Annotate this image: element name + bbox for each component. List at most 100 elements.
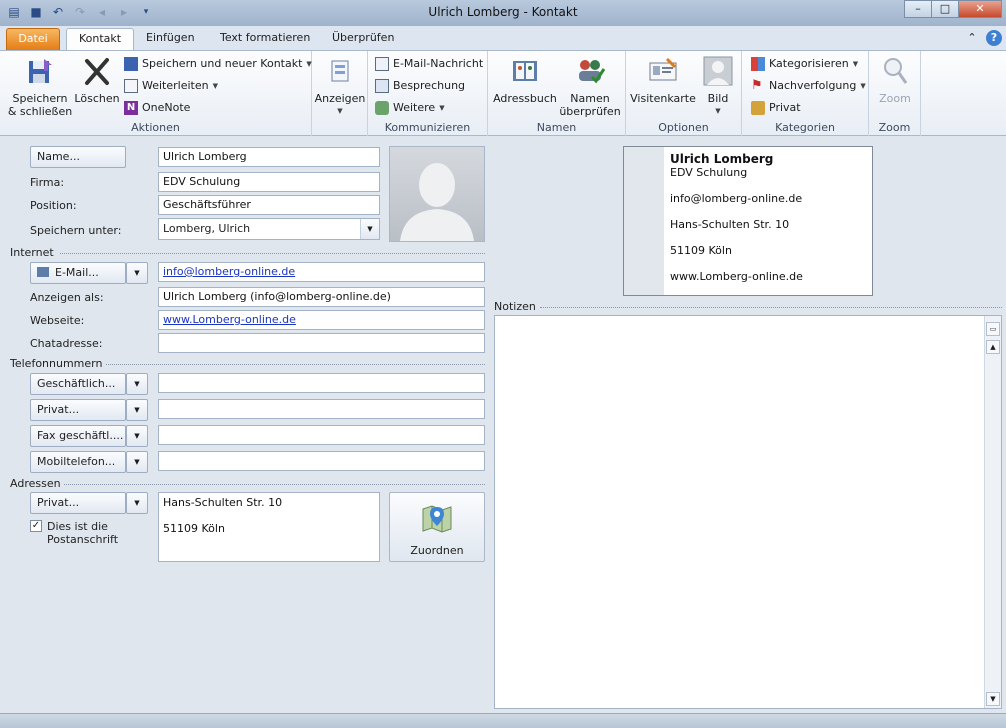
more-icon	[375, 101, 389, 115]
group-categories: Kategorisieren ▼ ⚑ Nachverfolgung ▼ Privat…	[742, 51, 869, 136]
group-zoom: Zoom Zoom	[869, 51, 921, 136]
maximize-button[interactable]: □	[931, 0, 959, 18]
address-type-button[interactable]: Privat...	[30, 492, 126, 514]
meeting-icon	[375, 79, 389, 93]
mobile-phone-button[interactable]: Mobiltelefon...	[30, 451, 126, 473]
zoom-button[interactable]: Zoom	[871, 55, 919, 105]
flag-icon: ⚑	[751, 78, 763, 93]
ruler-toggle-icon[interactable]: ▭	[986, 322, 1000, 336]
categorize-icon	[751, 57, 765, 71]
company-label: Firma:	[30, 176, 65, 189]
save-new-icon	[124, 57, 138, 71]
address-type-dropdown[interactable]: ▼	[126, 492, 148, 514]
scroll-down-icon[interactable]: ▼	[986, 692, 1000, 706]
tab-review[interactable]: Überprüfen	[320, 28, 406, 50]
save-close-button[interactable]: Speichern & schließen	[6, 55, 74, 118]
contact-photo[interactable]	[389, 146, 485, 242]
home-phone-field[interactable]	[158, 399, 485, 419]
chevron-down-icon[interactable]: ▼	[360, 219, 379, 239]
file-as-label: Speichern unter:	[30, 224, 122, 237]
minimize-button[interactable]: –	[904, 0, 932, 18]
business-phone-field[interactable]	[158, 373, 485, 393]
email-button[interactable]: E-Mail...	[30, 262, 126, 284]
business-fax-field[interactable]	[158, 425, 485, 445]
email-field[interactable]: info@lomberg-online.de	[158, 262, 485, 282]
business-phone-dropdown[interactable]: ▼	[126, 373, 148, 395]
status-bar	[0, 713, 1006, 728]
card-city: 51109 Köln	[670, 244, 732, 257]
picture-icon	[703, 56, 733, 86]
im-address-label: Chatadresse:	[30, 337, 103, 350]
group-label-zoom: Zoom	[878, 121, 911, 134]
tab-insert[interactable]: Einfügen	[134, 28, 207, 50]
home-phone-button[interactable]: Privat...	[30, 399, 126, 421]
webpage-label: Webseite:	[30, 314, 85, 327]
phone-section: Telefonnummern	[10, 357, 485, 370]
save-new-button[interactable]: Speichern und neuer Kontakt ▼	[124, 55, 312, 73]
collapse-ribbon-icon[interactable]: ⌃	[964, 30, 980, 46]
group-names: Adressbuch Namen überprüfen Namen	[488, 51, 626, 136]
picture-button[interactable]: Bild ▼	[698, 55, 738, 118]
display-as-label: Anzeigen als:	[30, 291, 104, 304]
name-button[interactable]: Name...	[30, 146, 126, 168]
forward-button[interactable]: Weiterleiten ▼	[124, 77, 218, 95]
business-card-preview[interactable]: Ulrich Lomberg EDV Schulung info@lomberg…	[623, 146, 873, 296]
show-button[interactable]: Anzeigen ▼	[314, 55, 366, 118]
full-name-field[interactable]: Ulrich Lomberg	[158, 147, 380, 167]
ribbon-tabs: Datei Kontakt Einfügen Text formatieren …	[0, 26, 1006, 50]
business-card-button[interactable]: Visitenkarte	[630, 55, 696, 105]
notes-scrollbar[interactable]: ▭ ▲ ▼	[984, 316, 1001, 708]
address-book-small-icon	[37, 267, 49, 277]
person-silhouette-icon	[400, 163, 474, 241]
position-label: Position:	[30, 199, 77, 212]
notes-field[interactable]: ▭ ▲ ▼	[494, 315, 1002, 709]
private-button[interactable]: Privat	[751, 99, 801, 117]
magnifier-icon	[884, 58, 908, 84]
map-it-button[interactable]: Zuordnen	[389, 492, 485, 562]
home-phone-dropdown[interactable]: ▼	[126, 399, 148, 421]
close-button[interactable]: ✕	[958, 0, 1002, 18]
business-card-icon	[649, 57, 677, 81]
more-button[interactable]: Weitere ▼	[375, 99, 445, 117]
tab-format-text[interactable]: Text formatieren	[208, 28, 322, 50]
follow-up-button[interactable]: ⚑ Nachverfolgung ▼	[751, 77, 866, 95]
card-company: EDV Schulung	[670, 166, 748, 179]
forward-icon	[124, 79, 138, 93]
ribbon: Speichern & schließen Löschen Speichern …	[0, 50, 1006, 136]
im-address-field[interactable]	[158, 333, 485, 353]
delete-button[interactable]: Löschen	[74, 55, 120, 105]
onenote-button[interactable]: N OneNote	[124, 99, 190, 117]
categorize-button[interactable]: Kategorisieren ▼	[751, 55, 858, 73]
business-fax-button[interactable]: Fax geschäftl....	[30, 425, 126, 447]
window-title: Ulrich Lomberg - Kontakt	[428, 5, 578, 19]
save-close-icon	[29, 59, 52, 83]
email-dropdown[interactable]: ▼	[126, 262, 148, 284]
mailing-address-checkbox[interactable]: ✓	[30, 520, 42, 532]
business-fax-dropdown[interactable]: ▼	[126, 425, 148, 447]
help-icon[interactable]: ?	[986, 30, 1002, 46]
mobile-phone-dropdown[interactable]: ▼	[126, 451, 148, 473]
scroll-up-icon[interactable]: ▲	[986, 340, 1000, 354]
position-field[interactable]: Geschäftsführer	[158, 195, 380, 215]
address-section: Adressen	[10, 477, 485, 490]
file-as-combo[interactable]: Lomberg, Ulrich ▼	[158, 218, 380, 240]
delete-icon	[85, 58, 109, 85]
group-label-names: Namen	[536, 121, 577, 134]
internet-section: Internet	[10, 246, 485, 259]
email-message-button[interactable]: E-Mail-Nachricht	[375, 55, 483, 73]
business-phone-button[interactable]: Geschäftlich...	[30, 373, 126, 395]
meeting-button[interactable]: Besprechung	[375, 77, 465, 95]
group-options: Visitenkarte Bild ▼ Optionen	[626, 51, 742, 136]
group-show: Anzeigen ▼	[312, 51, 368, 136]
group-label-categories: Kategorien	[775, 121, 835, 134]
display-as-field[interactable]: Ulrich Lomberg (info@lomberg-online.de)	[158, 287, 485, 307]
tab-file[interactable]: Datei	[6, 28, 60, 50]
company-field[interactable]: EDV Schulung	[158, 172, 380, 192]
webpage-field[interactable]: www.Lomberg-online.de	[158, 310, 485, 330]
address-field[interactable]: Hans-Schulten Str. 10 51109 Köln	[158, 492, 380, 562]
tab-contact[interactable]: Kontakt	[66, 28, 135, 50]
mobile-phone-field[interactable]	[158, 451, 485, 471]
check-names-button[interactable]: Namen überprüfen	[558, 55, 622, 118]
address-book-button[interactable]: Adressbuch	[492, 55, 558, 105]
title-bar: ▤ ■ ↶ ↷ ◂ ▸ ▾ Ulrich Lomberg - Kontakt –…	[0, 0, 1006, 26]
